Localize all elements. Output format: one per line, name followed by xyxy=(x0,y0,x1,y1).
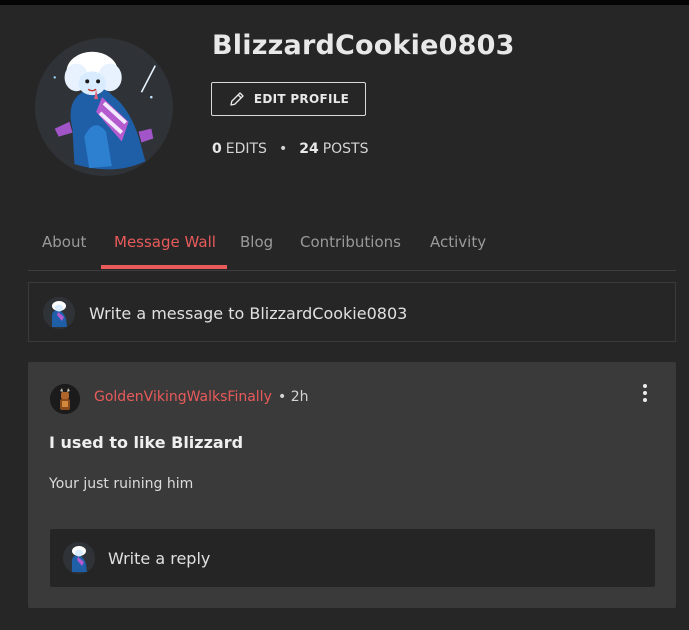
post-author[interactable]: GoldenVikingWalksFinally xyxy=(94,389,272,405)
profile-tabs: About Message Wall Blog Contributions Ac… xyxy=(28,230,676,271)
compose-placeholder: Write a message to BlizzardCookie0803 xyxy=(89,304,408,323)
active-tab-indicator xyxy=(101,265,227,269)
profile-avatar[interactable] xyxy=(35,38,173,176)
profile-username: BlizzardCookie0803 xyxy=(212,30,515,61)
reply-box[interactable]: Write a reply xyxy=(50,529,655,587)
edit-profile-label: EDIT PROFILE xyxy=(253,92,350,106)
user-avatar xyxy=(63,542,95,574)
post-time: • 2h xyxy=(278,389,309,405)
posts-label: POSTS xyxy=(322,141,369,157)
author-avatar[interactable] xyxy=(50,384,80,414)
profile-stats: 0 EDITS • 24 POSTS xyxy=(212,141,369,157)
posts-count: 24 xyxy=(299,141,319,157)
edits-count: 0 xyxy=(212,141,222,157)
tab-contributions[interactable]: Contributions xyxy=(300,233,401,251)
pencil-icon xyxy=(230,92,244,106)
post-title: I used to like Blizzard xyxy=(49,433,244,452)
post-body: Your just ruining him xyxy=(49,476,194,492)
kebab-menu-icon[interactable] xyxy=(638,384,652,406)
tab-blog[interactable]: Blog xyxy=(240,233,273,251)
top-bar xyxy=(0,0,689,5)
user-avatar xyxy=(43,297,75,329)
tab-activity[interactable]: Activity xyxy=(430,233,486,251)
tab-about[interactable]: About xyxy=(42,233,86,251)
message-compose-box[interactable]: Write a message to BlizzardCookie0803 xyxy=(28,282,676,342)
message-card: GoldenVikingWalksFinally • 2h I used to … xyxy=(28,362,676,608)
edits-label: EDITS xyxy=(225,141,267,157)
tab-message-wall[interactable]: Message Wall xyxy=(114,233,216,251)
stats-separator: • xyxy=(278,141,288,157)
reply-placeholder: Write a reply xyxy=(108,549,211,568)
avatar-image xyxy=(35,38,173,176)
edit-profile-button[interactable]: EDIT PROFILE xyxy=(211,82,366,116)
